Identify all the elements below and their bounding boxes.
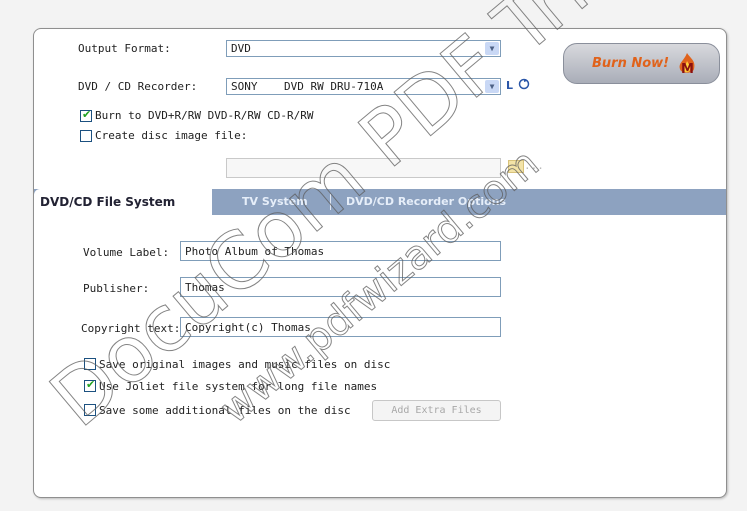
svg-text:M: M: [681, 62, 694, 77]
joliet-label: Use Joliet file system for long file nam…: [99, 380, 378, 393]
volume-label-value: Photo Album of Thomas: [185, 245, 325, 258]
additional-files-checkbox[interactable]: [84, 404, 96, 416]
create-image-checkbox[interactable]: [80, 130, 92, 142]
joliet-checkbox[interactable]: ✔: [84, 378, 96, 392]
folder-icon[interactable]: [508, 160, 524, 173]
recorder-l-button[interactable]: L: [506, 79, 513, 92]
check-icon: ✔: [82, 108, 92, 121]
volume-label-label: Volume Label:: [83, 246, 170, 259]
main-panel: Output Format: DVD ▼ DVD / CD Recorder: …: [33, 28, 727, 498]
copyright-value: Copyright(c) Thomas: [185, 321, 311, 334]
copyright-input[interactable]: Copyright(c) Thomas: [180, 317, 501, 337]
publisher-value: Thomas: [185, 281, 225, 294]
save-originals-checkbox[interactable]: [84, 358, 96, 370]
tab-dvd-cd-file-system[interactable]: DVD/CD File System: [34, 189, 212, 215]
tab-recorder-options[interactable]: DVD/CD Recorder Options: [346, 195, 506, 208]
refresh-icon[interactable]: [518, 78, 530, 90]
chevron-down-icon[interactable]: ▼: [485, 42, 499, 55]
burn-now-label: Burn Now!: [592, 56, 670, 71]
output-format-value: DVD: [231, 42, 251, 55]
tab-divider: [330, 194, 331, 210]
burn-to-label: Burn to DVD+R/RW DVD-R/RW CD-R/RW: [95, 109, 314, 122]
flame-icon: M: [674, 51, 700, 77]
volume-label-input[interactable]: Photo Album of Thomas: [180, 241, 501, 261]
tab-tv-system[interactable]: TV System: [242, 195, 308, 208]
create-image-label: Create disc image file:: [95, 129, 248, 142]
image-path-input[interactable]: [226, 158, 501, 178]
tab-bar: DVD/CD File System TV System DVD/CD Reco…: [34, 189, 726, 215]
additional-files-label: Save some additional files on the disc: [99, 404, 351, 417]
browse-button[interactable]: ...: [524, 159, 544, 172]
chevron-down-icon[interactable]: ▼: [485, 80, 499, 93]
burn-to-checkbox[interactable]: ✔: [80, 108, 92, 122]
output-format-select[interactable]: DVD ▼: [226, 40, 501, 57]
recorder-select[interactable]: SONY DVD RW DRU-710A ▼: [226, 78, 501, 95]
recorder-label: DVD / CD Recorder:: [78, 80, 198, 93]
copyright-label: Copyright text:: [81, 322, 181, 335]
publisher-input[interactable]: Thomas: [180, 277, 501, 297]
output-format-label: Output Format:: [78, 42, 171, 55]
check-icon: ✔: [86, 378, 96, 391]
recorder-value: SONY DVD RW DRU-710A: [231, 80, 384, 93]
add-extra-files-button[interactable]: Add Extra Files: [372, 400, 501, 421]
save-originals-label: Save original images and music files on …: [99, 358, 391, 371]
burn-now-button[interactable]: Burn Now! M: [563, 43, 720, 84]
publisher-label: Publisher:: [83, 282, 150, 295]
